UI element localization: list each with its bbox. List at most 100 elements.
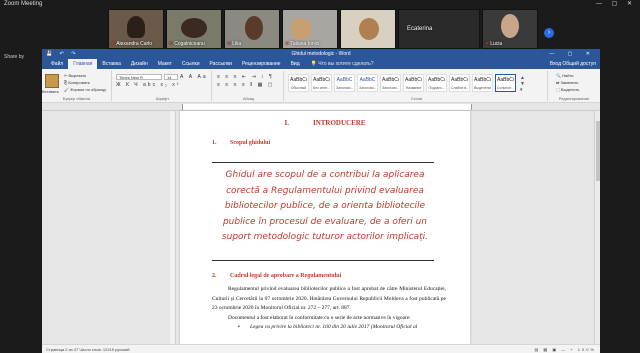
style-preview: AaBbCc (290, 77, 307, 83)
style-name: Обычный (290, 86, 307, 90)
quick-access-toolbar[interactable]: 💾 ↶ ↷ (46, 49, 78, 59)
tab-layout[interactable]: Макет (153, 59, 177, 69)
replace-button[interactable]: ⇄ Заменить (556, 80, 578, 85)
scissors-icon: ✂ (64, 73, 68, 78)
styles-scroll-icon[interactable]: ▲ ▼ ▾ (520, 75, 525, 93)
style-no-spacing[interactable]: AaBbCc Без инте... (311, 74, 332, 92)
paste-icon[interactable] (45, 74, 59, 88)
vertical-ruler[interactable] (170, 111, 176, 344)
participant-tile[interactable] (340, 9, 396, 49)
paragraph-buttons-row1[interactable]: ≡ ≡ ≡ ⇤ ⇥ ↕ ¶ (217, 74, 274, 80)
zoom-window-title: Zoom Meeting (4, 1, 43, 7)
tab-view[interactable]: Вид (286, 59, 305, 69)
tab-design[interactable]: Дизайн (126, 59, 153, 69)
style-preview: AaBbCc (405, 77, 422, 83)
copy-button[interactable]: ⎘ Копировать (64, 80, 90, 85)
lightbulb-icon: 💡 (310, 61, 317, 67)
style-preview: AaBbCc (451, 77, 468, 83)
tab-home[interactable]: Главная (68, 59, 98, 69)
copy-icon: ⎘ (64, 80, 68, 85)
participant-tile[interactable]: ✕Lilia (224, 9, 280, 49)
style-name: Заголово... (336, 86, 353, 90)
participant-name: Cogalniceanu (174, 41, 205, 47)
document-page[interactable]: I. INTRODUCERE 1. Scopul ghidului Ghidul a… (180, 111, 470, 344)
group-paragraph: ≡ ≡ ≡ ⇤ ⇥ ↕ ¶ ≡ ≡ ≡ ≡ ‖ ▦ ▢ Абзац (214, 71, 284, 101)
select-label: Выделить (560, 87, 580, 92)
brush-icon: 🖌 (64, 87, 70, 92)
tab-review[interactable]: Рецензирование (237, 59, 286, 69)
paragraph-buttons-row2[interactable]: ≡ ≡ ≡ ≡ ‖ ▦ ▢ (217, 82, 275, 88)
group-label: Шрифт (155, 96, 170, 101)
next-page-arrow-icon[interactable]: › (544, 28, 554, 38)
font-name-select[interactable]: Times New R (116, 74, 162, 80)
cut-label: Вырезать (68, 73, 87, 78)
tab-references[interactable]: Ссылки (177, 59, 205, 69)
status-bar: Страница 2 из 47 Число слов: 12215 русск… (42, 344, 600, 353)
bullet-item: Legea cu privire la biblioteci nr. 160 d… (250, 324, 418, 330)
style-emphasis[interactable]: AaBbCc Выделение (472, 74, 493, 92)
section-number: 2. (212, 273, 217, 279)
document-title: Ghidul metodologic - Word (291, 51, 351, 57)
font-format-buttons[interactable]: Ж К Ч abc x₂ x² (116, 82, 180, 88)
style-heading1[interactable]: AaBbC Заголово... (334, 74, 355, 92)
find-button[interactable]: 🔍 Найти (556, 73, 574, 78)
tell-me-placeholder: Что вы хотите сделать? (318, 61, 374, 67)
font-size-select[interactable]: 14 (164, 74, 178, 80)
style-preview: AaBbCc (497, 77, 514, 83)
style-preview: AaBbCc (428, 77, 445, 83)
scrollbar-thumb[interactable] (596, 121, 600, 181)
tab-file[interactable]: Файл (46, 59, 68, 69)
signin-share[interactable]: Вход Общий доступ (550, 59, 596, 69)
participant-tile[interactable]: ✕Lucia (482, 9, 538, 49)
group-editing: 🔍 Найти ⇄ Заменить ⬚ Выделить Редактиров… (550, 71, 598, 101)
style-name: Заголово... (382, 86, 399, 90)
tab-insert[interactable]: Вставка (97, 59, 126, 69)
paste-button[interactable]: Вставить (42, 89, 59, 94)
style-heading2[interactable]: AaBbC Заголово... (357, 74, 378, 92)
group-label: Буфер обмена (62, 96, 91, 101)
cut-button[interactable]: ✂ Вырезать (64, 73, 86, 78)
window-controls[interactable]: — ▢ ✕ (596, 0, 636, 9)
document-canvas[interactable]: I. INTRODUCERE 1. Scopul ghidului Ghidul a… (42, 111, 600, 344)
style-preview: AaBbC (359, 77, 376, 83)
find-label: Найти (562, 73, 574, 78)
format-painter-label: Формат по образцу (70, 87, 107, 92)
muted-mic-icon: ✕ (227, 41, 232, 47)
replace-icon: ⇄ (556, 80, 560, 85)
group-styles: AaBbCc Обычный AaBbCc Без инте... AaBbC Заг… (286, 71, 548, 101)
chapter-title: INTRODUCERE (312, 119, 366, 127)
style-preview: AaBbCc (382, 77, 399, 83)
participant-tile-no-video[interactable]: Ecaterina (398, 9, 480, 49)
vertical-scrollbar[interactable] (594, 111, 600, 344)
style-name: Выделение (474, 86, 491, 90)
tab-mailings[interactable]: Рассылки (205, 59, 237, 69)
select-button[interactable]: ⬚ Выделить (556, 87, 579, 92)
font-grow-shrink[interactable]: А А Аа (180, 74, 208, 80)
style-intense-emphasis[interactable]: AaBbCc Сильное... (495, 74, 516, 92)
quote-top-border (212, 162, 434, 163)
horizontal-ruler[interactable] (42, 103, 600, 111)
muted-mic-icon: ✕ (285, 41, 290, 47)
group-font: Times New R 14 Ж К Ч abc x₂ x² А А Аа Шр… (114, 71, 212, 101)
participant-tile[interactable]: ✕Cogalniceanu (166, 9, 222, 49)
style-subtle-emphasis[interactable]: AaBbCc Слабое в... (449, 74, 470, 92)
select-icon: ⬚ (556, 87, 560, 92)
style-name: Сильное... (497, 86, 514, 90)
section-heading-2: 2. Cadrul legal de aprobare a Regulamentu… (212, 273, 341, 279)
style-preview: AaBbCc (313, 77, 330, 83)
style-normal[interactable]: AaBbCc Обычный (288, 74, 309, 92)
share-label: Share by (4, 54, 25, 60)
section-number: 1. (212, 140, 217, 146)
participant-tile[interactable]: ✕Tatiana Ionici (282, 9, 338, 49)
style-subtitle[interactable]: AaBbCc Подзаго... (426, 74, 447, 92)
participant-gallery: ✕Alexandra Carlo ✕Cogalniceanu ✕Lilia ✕T… (0, 9, 640, 51)
participant-tile[interactable]: ✕Alexandra Carlo (108, 9, 164, 49)
format-painter-button[interactable]: 🖌 Формат по образцу (64, 87, 106, 92)
view-zoom-controls[interactable]: ▤ ▦ ▣ — + 100% (535, 345, 596, 353)
tell-me-search[interactable]: 💡 Что вы хотите сделать? (311, 61, 374, 67)
quote-bottom-border (212, 260, 434, 261)
participant-name: Lilia (232, 41, 242, 47)
word-window-controls[interactable]: — ▢ ✕ (549, 49, 596, 59)
style-title[interactable]: AaBbCc Название (403, 74, 424, 92)
style-heading3[interactable]: AaBbCc Заголово... (380, 74, 401, 92)
